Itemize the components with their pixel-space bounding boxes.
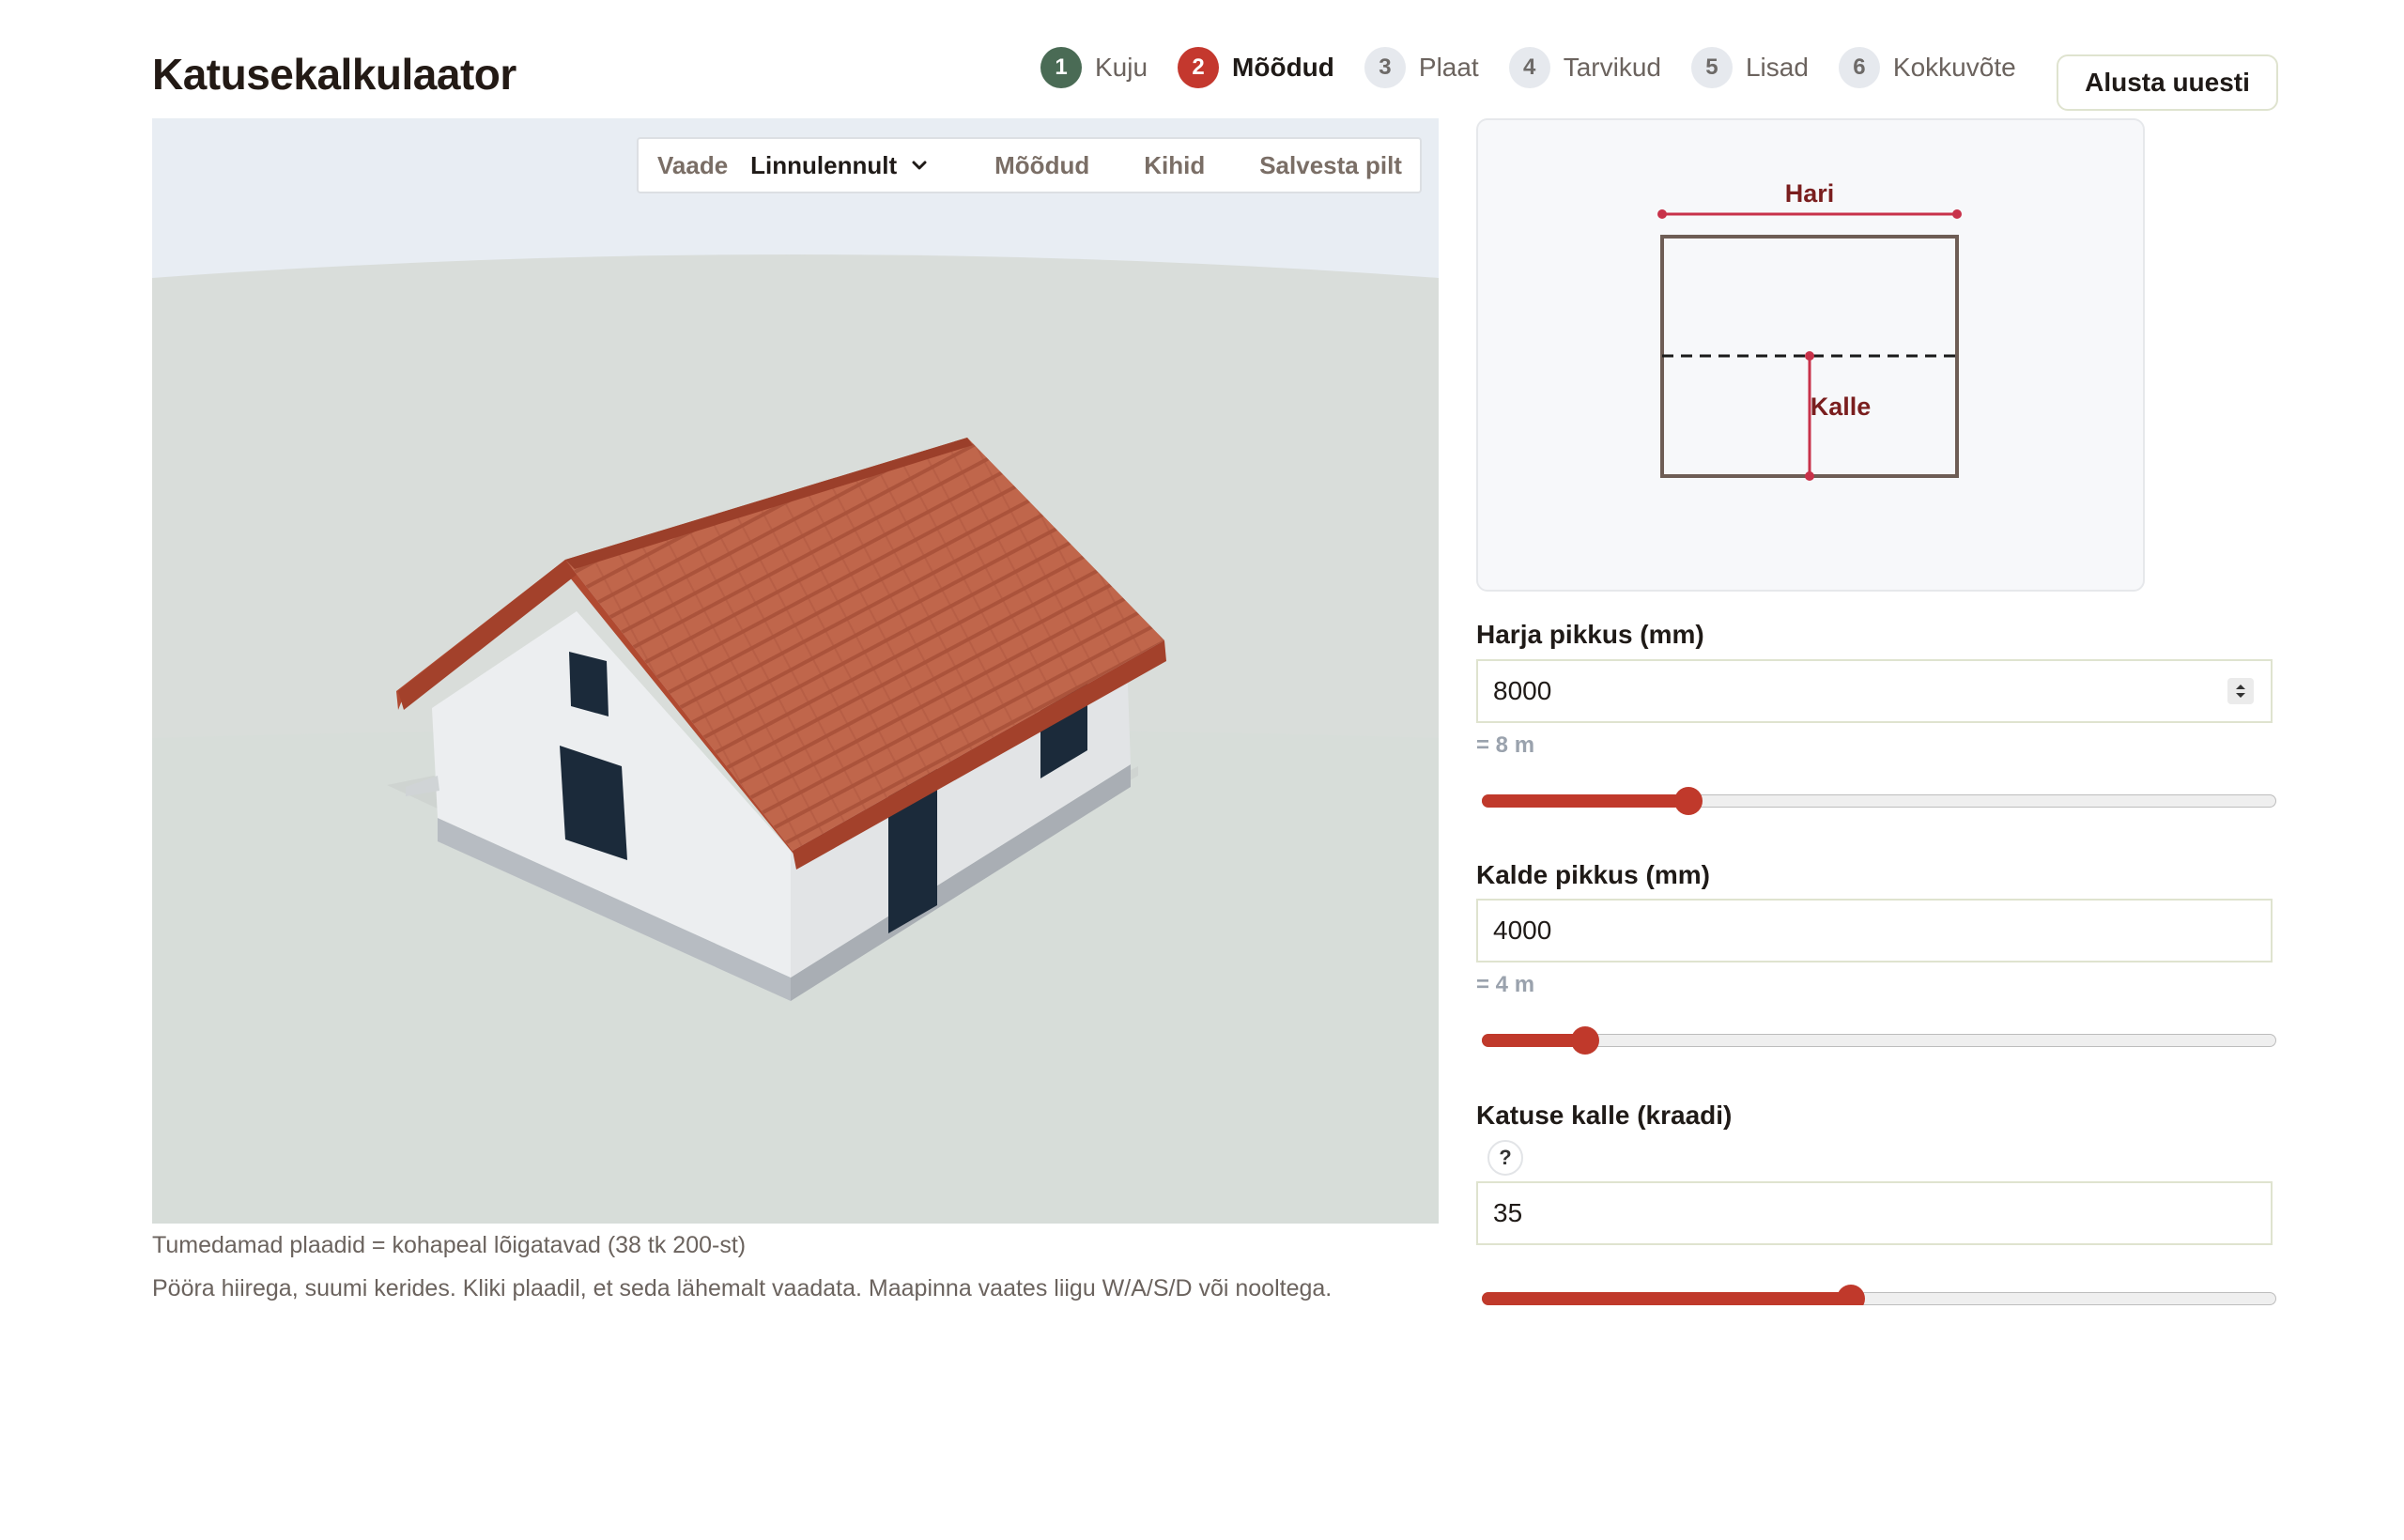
- step-lisad[interactable]: 5 Lisad: [1690, 47, 1809, 88]
- slider-fill: [1482, 794, 1688, 808]
- dimensions-button[interactable]: Mõõdud: [994, 151, 1089, 180]
- content-clip: [1476, 1305, 2303, 1540]
- ridge-length-label: Harja pikkus (mm): [1476, 620, 1704, 649]
- step-number: 6: [1838, 47, 1880, 88]
- app-title: Katusekalkulaator: [152, 50, 516, 99]
- step-number: 2: [1178, 47, 1220, 88]
- house-3d-scene: [152, 118, 1439, 1224]
- help-icon[interactable]: ?: [1487, 1140, 1523, 1176]
- step-label: Lisad: [1745, 53, 1809, 82]
- view-select-value: Linnulennult: [750, 150, 898, 179]
- slider-track: [1482, 1034, 2276, 1047]
- step-label: Kokkuvõte: [1892, 53, 2016, 82]
- roof-pitch-input[interactable]: [1476, 1181, 2273, 1245]
- step-number: 4: [1508, 47, 1550, 88]
- step-moodud[interactable]: 2 Mõõdud: [1178, 47, 1334, 88]
- ridge-length-slider[interactable]: [1482, 787, 2276, 815]
- viewer-help-note: Pööra hiirega, suumi kerides. Kliki plaa…: [152, 1275, 1333, 1301]
- roof-3d-viewer[interactable]: Vaade Linnulennult Mõõdud Kihid Salvesta…: [152, 118, 1439, 1224]
- window-gable-top: [569, 652, 609, 716]
- step-number: 5: [1690, 47, 1733, 88]
- slope-length-hint: = 4 m: [1476, 972, 1535, 997]
- step-kokkuvote[interactable]: 6 Kokkuvõte: [1838, 47, 2016, 88]
- number-spinner-icon[interactable]: [2227, 678, 2254, 704]
- step-label: Plaat: [1418, 53, 1479, 82]
- roof-plan-drawing: Hari Kalle: [1657, 179, 1962, 481]
- step-tarvikud[interactable]: 4 Tarvikud: [1508, 47, 1661, 88]
- chevron-down-icon: [912, 161, 927, 170]
- slider-fill: [1482, 1034, 1585, 1047]
- step-label: Mõõdud: [1232, 53, 1334, 82]
- viewer-toolbar: Vaade Linnulennult Mõõdud Kihid Salvesta…: [637, 137, 1422, 193]
- restart-button[interactable]: Alusta uuesti: [2057, 54, 2278, 111]
- ridge-length-hint: = 8 m: [1476, 732, 1535, 758]
- slider-thumb[interactable]: [1570, 1026, 1599, 1055]
- cut-tiles-note: Tumedamad plaadid = kohapeal lõigatavad …: [152, 1232, 747, 1258]
- roof-dimension-diagram: Hari Kalle: [1476, 118, 2145, 592]
- step-number: 1: [1040, 47, 1082, 88]
- slope-length-label: Kalde pikkus (mm): [1476, 860, 1710, 889]
- step-label: Tarvikud: [1563, 53, 1661, 82]
- step-number: 3: [1364, 47, 1406, 88]
- slider-thumb[interactable]: [1673, 787, 1703, 815]
- step-plaat[interactable]: 3 Plaat: [1364, 47, 1479, 88]
- layers-button[interactable]: Kihid: [1144, 151, 1205, 180]
- ridge-label: Hari: [1785, 179, 1835, 208]
- step-kuju[interactable]: 1 Kuju: [1040, 47, 1148, 88]
- ridge-length-input[interactable]: [1476, 659, 2273, 723]
- slope-label: Kalle: [1811, 393, 1872, 421]
- save-image-button[interactable]: Salvesta pilt: [1259, 151, 1402, 180]
- step-label: Kuju: [1095, 53, 1148, 82]
- step-navigation: 1 Kuju 2 Mõõdud 3 Plaat 4 Tarvikud 5 Lis…: [1040, 47, 2046, 88]
- roof-pitch-label: Katuse kalle (kraadi): [1476, 1101, 1733, 1130]
- slope-length-slider[interactable]: [1482, 1026, 2276, 1055]
- view-select[interactable]: Linnulennult: [750, 151, 929, 180]
- page: Katusekalkulaator 1 Kuju 2 Mõõdud 3 Plaa…: [0, 0, 2404, 1540]
- slope-length-input[interactable]: [1476, 899, 2273, 962]
- slider-fill: [1482, 1292, 1852, 1305]
- view-label: Vaade: [657, 150, 729, 179]
